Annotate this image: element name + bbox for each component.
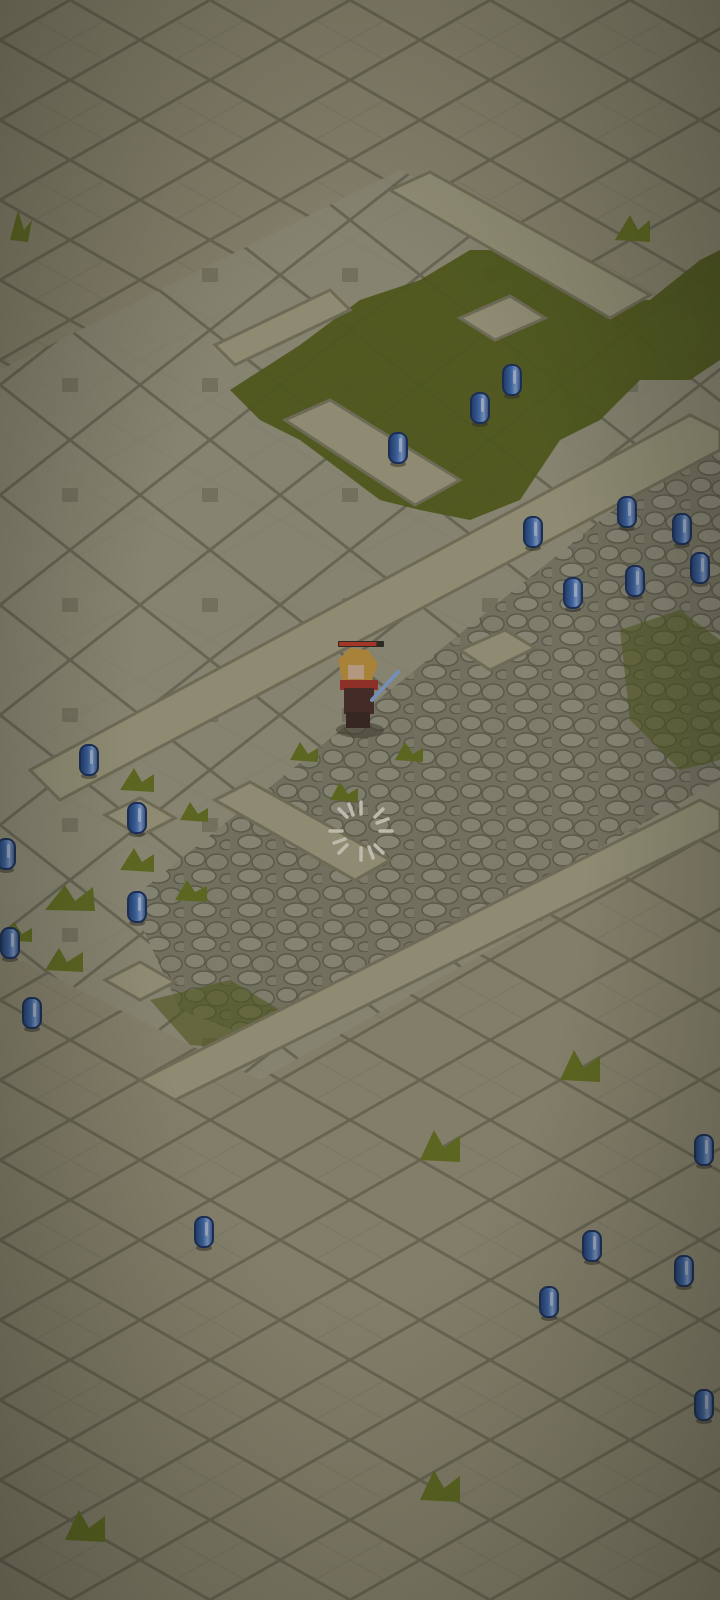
gem-highlight (550, 1292, 553, 1306)
gem-highlight (205, 1222, 208, 1236)
gem-icon (22, 997, 42, 1029)
gem-pickup[interactable] (674, 1255, 694, 1290)
gem-pickup[interactable] (672, 513, 692, 548)
gem-pickup[interactable] (690, 552, 710, 587)
gem-highlight (683, 519, 686, 533)
gem-pickup[interactable] (388, 432, 408, 467)
gem-highlight (636, 571, 639, 585)
gem-pickup[interactable] (470, 392, 490, 427)
gem-icon (470, 392, 490, 424)
gem-icon (690, 552, 710, 584)
gem-icon (502, 364, 522, 396)
gem-pickup[interactable] (694, 1134, 714, 1169)
gem-icon (79, 744, 99, 776)
gem-icon (674, 1255, 694, 1287)
gem-highlight (534, 522, 537, 536)
gem-icon (388, 432, 408, 464)
gem-icon (694, 1389, 714, 1421)
gem-icon (694, 1134, 714, 1166)
gem-highlight (685, 1261, 688, 1275)
gem-icon (582, 1230, 602, 1262)
gem-highlight (7, 844, 10, 858)
gem-pickup[interactable] (694, 1389, 714, 1424)
gem-pickup[interactable] (194, 1216, 214, 1251)
player-legs (346, 712, 370, 728)
gem-icon (0, 927, 20, 959)
gem-pickup[interactable] (502, 364, 522, 399)
gem-highlight (90, 750, 93, 764)
game-viewport[interactable] (0, 0, 720, 1600)
gem-highlight (481, 398, 484, 412)
gem-pickup[interactable] (127, 891, 147, 926)
gem-icon (539, 1286, 559, 1318)
gem-pickup[interactable] (0, 838, 16, 873)
game-scene[interactable] (0, 0, 720, 1600)
player-health-bar-fill (339, 642, 377, 646)
gem-highlight (574, 583, 577, 597)
gem-icon (127, 891, 147, 923)
gem-icon (672, 513, 692, 545)
gem-pickup[interactable] (582, 1230, 602, 1265)
gem-icon (617, 496, 637, 528)
player-body (344, 688, 374, 714)
gem-icon (523, 516, 543, 548)
gem-pickup[interactable] (79, 744, 99, 779)
gem-highlight (513, 370, 516, 384)
gem-pickup[interactable] (539, 1286, 559, 1321)
gem-highlight (11, 933, 14, 947)
player-face (348, 665, 364, 679)
gem-highlight (33, 1003, 36, 1017)
gem-highlight (701, 558, 704, 572)
gem-highlight (138, 897, 141, 911)
gem-highlight (705, 1395, 708, 1409)
gem-icon (625, 565, 645, 597)
gem-pickup[interactable] (563, 577, 583, 612)
gem-icon (563, 577, 583, 609)
gem-highlight (399, 438, 402, 452)
gem-pickup[interactable] (0, 927, 20, 962)
gem-highlight (138, 808, 141, 822)
gem-highlight (628, 502, 631, 516)
gem-pickup[interactable] (523, 516, 543, 551)
gem-highlight (593, 1236, 596, 1250)
gem-pickup[interactable] (127, 802, 147, 837)
gem-icon (194, 1216, 214, 1248)
gem-pickup[interactable] (625, 565, 645, 600)
gem-highlight (705, 1140, 708, 1154)
gem-icon (127, 802, 147, 834)
gem-pickup[interactable] (22, 997, 42, 1032)
gem-pickup[interactable] (617, 496, 637, 531)
